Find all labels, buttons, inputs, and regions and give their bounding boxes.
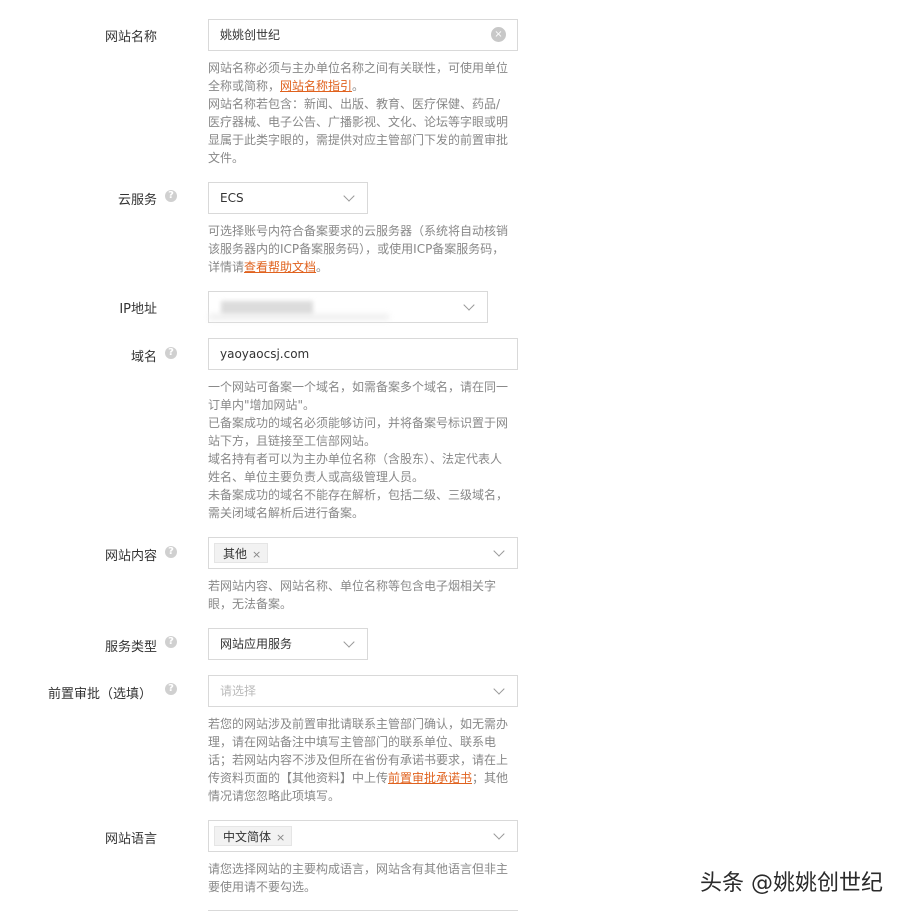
domain-hint-2: 已备案成功的域名必须能够访问，并将备案号标识置于网站下方，且链接至工信部网站。: [208, 416, 509, 448]
site-language-label: 网站语言: [104, 832, 157, 847]
domain-input[interactable]: yaoyaocsj.com: [208, 338, 518, 370]
site-language-hint: 请您选择网站的主要构成语言，网站含有其他语言但非主要使用请不要勾选。: [208, 862, 509, 894]
site-content-tag: 其他 ×: [214, 543, 269, 563]
domain-hint-4: 未备案成功的域名不能存在解析，包括二级、三级域名，需关闭域名解析后进行备案。: [208, 488, 509, 520]
domain-hint-1: 一个网站可备案一个域名，如需备案多个域名，请在同一订单内"增加网站"。: [208, 380, 509, 412]
pre-approval-placeholder: 请选择: [220, 684, 257, 698]
site-name-input[interactable]: 姚姚创世纪 ×: [208, 19, 518, 51]
cloud-service-select[interactable]: ECS: [208, 182, 368, 214]
next-field-edge: [208, 910, 518, 911]
site-content-label: 网站内容: [104, 549, 157, 564]
site-language-select[interactable]: 中文简体 ×: [208, 820, 518, 852]
site-name-hint-end: 。: [352, 79, 365, 93]
site-content-tag-label: 其他: [223, 547, 248, 561]
help-icon[interactable]: ?: [165, 190, 177, 202]
service-type-label: 服务类型: [104, 640, 157, 655]
domain-value: yaoyaocsj.com: [220, 347, 310, 361]
service-type-value: 网站应用服务: [220, 637, 293, 651]
cloud-service-hint-end: 。: [316, 260, 329, 274]
ip-address-select[interactable]: [208, 291, 488, 323]
chevron-down-icon: [343, 636, 355, 648]
site-name-hint: 网站名称必须与主办单位名称之间有关联性，可使用单位全称或简称，网站名称指引。 网…: [208, 59, 510, 167]
watermark: 头条 @姚姚创世纪: [700, 871, 883, 896]
pre-approval-commitment-link[interactable]: 前置审批承诺书: [388, 771, 472, 785]
domain-hint: 一个网站可备案一个域名，如需备案多个域名，请在同一订单内"增加网站"。 已备案成…: [208, 378, 510, 522]
chevron-down-icon: [493, 828, 505, 840]
chevron-down-icon: [343, 190, 355, 202]
chevron-down-icon: [463, 299, 475, 311]
cloud-service-hint: 可选择账号内符合备案要求的云服务器（系统将自动核销该服务器内的ICP备案服务码）…: [208, 222, 510, 276]
help-icon[interactable]: ?: [165, 546, 177, 558]
site-name-value: 姚姚创世纪: [220, 28, 281, 42]
chevron-down-icon: [493, 545, 505, 557]
help-icon[interactable]: ?: [165, 636, 177, 648]
ip-address-label: IP地址: [119, 302, 157, 317]
service-type-select[interactable]: 网站应用服务: [208, 628, 368, 660]
site-name-guide-link[interactable]: 网站名称指引: [280, 79, 352, 93]
help-icon[interactable]: ?: [165, 683, 177, 695]
domain-hint-3: 域名持有者可以为主办单位名称（含股东）、法定代表人姓名、单位主要负责人或高级管理…: [208, 452, 503, 484]
domain-label: 域名: [130, 350, 157, 365]
tag-close-icon[interactable]: ×: [252, 548, 261, 561]
pre-approval-select[interactable]: 请选择: [208, 675, 518, 707]
pre-approval-hint: 若您的网站涉及前置审批请联系主管部门确认，如无需办理，请在网站备注中填写主管部门…: [208, 715, 510, 805]
cloud-service-value: ECS: [220, 191, 244, 205]
site-content-hint: 若网站内容、网站名称、单位名称等包含电子烟相关字眼，无法备案。: [208, 579, 497, 611]
ip-address-blurred-smear: [209, 314, 389, 320]
help-doc-link[interactable]: 查看帮助文档: [244, 260, 316, 274]
chevron-down-icon: [493, 683, 505, 695]
tag-close-icon[interactable]: ×: [276, 831, 285, 844]
cloud-service-label: 云服务: [117, 193, 157, 208]
clear-icon[interactable]: ×: [491, 27, 506, 42]
site-name-hint-2: 网站名称若包含：新闻、出版、教育、医疗保健、药品/医疗器械、电子公告、广播影视、…: [208, 97, 509, 165]
ip-address-blurred-value: [221, 301, 313, 315]
site-language-tag-label: 中文简体: [223, 830, 272, 844]
site-name-label: 网站名称: [104, 30, 157, 45]
pre-approval-label: 前置审批（选填）: [47, 687, 152, 702]
site-content-select[interactable]: 其他 ×: [208, 537, 518, 569]
site-language-tag: 中文简体 ×: [214, 826, 293, 846]
help-icon[interactable]: ?: [165, 347, 177, 359]
